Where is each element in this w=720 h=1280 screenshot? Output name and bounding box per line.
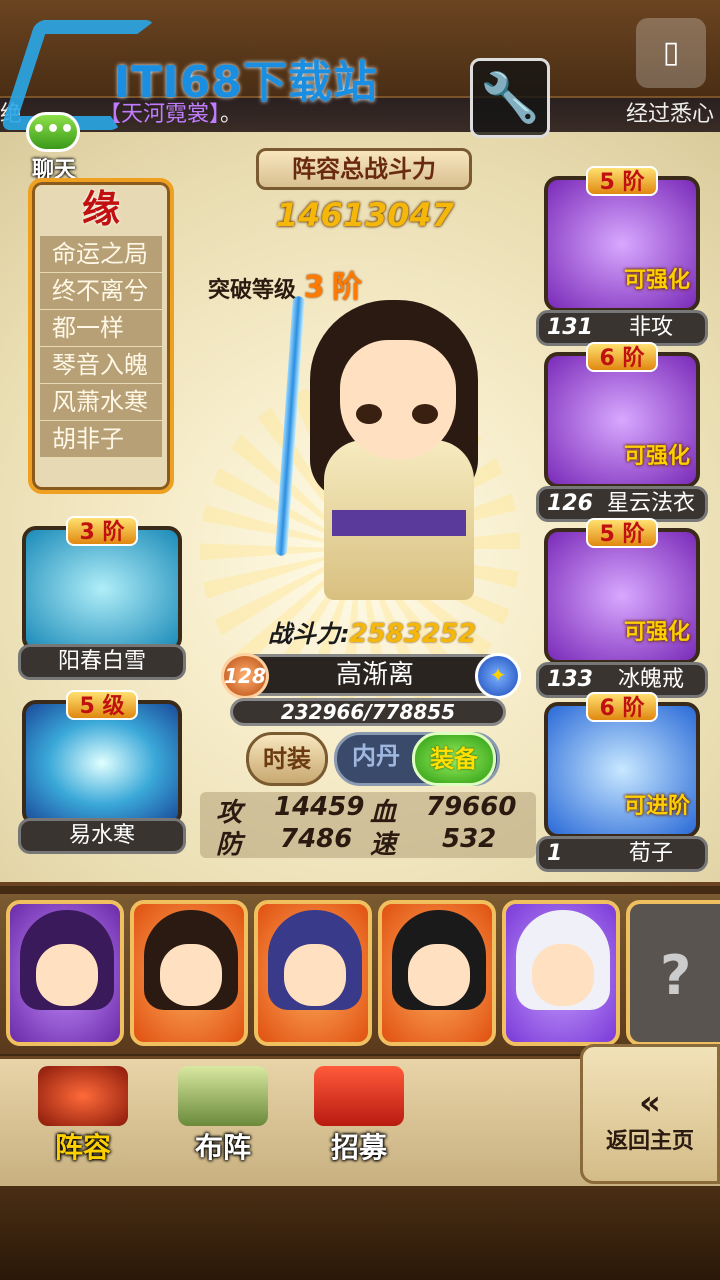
shield-icon[interactable]: ✦ (475, 653, 521, 699)
mi-icon: ▯ (662, 35, 680, 70)
skill-slot-1[interactable]: 3 阶 阳春白雪 (18, 516, 186, 680)
equip-level: 1 (547, 841, 563, 866)
equip-status: 可强化 (624, 268, 691, 293)
combat-label: 战斗力: (268, 620, 350, 648)
equip-level: 126 (547, 491, 593, 516)
nav-recruit-label: 招募 (330, 1131, 387, 1164)
bottom-frame (0, 1186, 720, 1280)
stat-def-label: 防 (216, 830, 243, 860)
fate-item[interactable]: 终不离兮 (40, 273, 162, 309)
lineup-power-value: 14613047 (275, 196, 455, 234)
marquee-text-right: 经过悉心 (625, 102, 714, 127)
fate-item[interactable]: 命运之局 (40, 236, 162, 272)
skill-slot-2[interactable]: 5 级 易水寒 (18, 690, 186, 854)
armor-icon (38, 1066, 128, 1126)
lineup-power-title: 阵容总战斗力 (256, 148, 472, 190)
fate-title: 缘 (81, 187, 120, 231)
mi-overlay-button[interactable]: ▯ (636, 18, 706, 88)
settings-wrench-button[interactable]: 🔧 (470, 58, 550, 138)
skill-badge: 5 级 (66, 690, 138, 720)
nav-formation-label: 布阵 (194, 1131, 251, 1164)
hero-face (340, 340, 456, 460)
equip-level: 131 (547, 315, 593, 340)
hero-portrait[interactable] (502, 900, 620, 1046)
question-mark-icon: ? (660, 944, 692, 1007)
portrait-face (408, 944, 470, 1006)
portrait-face (284, 944, 346, 1006)
equip-footer: 131 非攻 (536, 310, 708, 346)
equip-slot-ring[interactable]: 5 阶 可强化 133 冰魄戒 (536, 518, 708, 698)
skill-badge: 3 阶 (66, 516, 138, 546)
hero-portrait[interactable] (378, 900, 496, 1046)
equip-badge: 5 阶 (586, 166, 658, 196)
equip-status: 可强化 (624, 444, 691, 469)
tab-fashion[interactable]: 时装 (246, 732, 328, 786)
nav-lineup-label: 阵容 (54, 1131, 111, 1164)
tab-inner-dan[interactable]: 内丹 (338, 732, 414, 786)
equip-name: 星云法衣 (606, 491, 695, 516)
portrait-face (160, 944, 222, 1006)
hero-exp-bar: 232966/778855 (230, 698, 506, 726)
equip-status: 可强化 (624, 620, 691, 645)
equip-footer: 126 星云法衣 (536, 486, 708, 522)
hero-eye (356, 404, 382, 424)
tab-equipment[interactable]: 装备 (412, 732, 496, 786)
stat-def: 7486 (280, 824, 353, 854)
hero-portrait[interactable] (254, 900, 372, 1046)
watermark-text: ITI68下载站 (114, 57, 378, 108)
hero-portrait-locked[interactable]: ? (626, 900, 720, 1046)
equip-slot-weapon[interactable]: 5 阶 可强化 131 非攻 (536, 166, 708, 346)
stat-atk: 14459 (274, 792, 365, 822)
equip-slot-book[interactable]: 6 阶 可进阶 1 荀子 (536, 692, 708, 872)
fate-item[interactable]: 胡非子 (40, 421, 162, 457)
back-home-label: 返回主页 (605, 1129, 694, 1154)
chat-button[interactable]: ••• 聊天 (4, 112, 94, 183)
combat-value: 2583252 (349, 619, 477, 649)
stat-spd-label: 速 (370, 830, 397, 860)
hero-stats: 攻 14459 血 79660 防 7486 速 532 (200, 792, 536, 860)
stat-spd: 532 (442, 824, 497, 854)
hero-roster-strip: ? (0, 894, 720, 1054)
double-chevron-left-icon: « (639, 1083, 661, 1123)
portrait-face (36, 944, 98, 1006)
back-home-button[interactable]: « 返回主页 (580, 1044, 720, 1184)
equip-status: 可进阶 (624, 794, 691, 819)
wrench-icon: 🔧 (480, 70, 540, 126)
equip-name: 非攻 (628, 315, 673, 340)
equip-badge: 5 阶 (586, 518, 658, 548)
skill-name: 阳春白雪 (18, 644, 186, 680)
hero-level-badge: 128 (221, 653, 269, 699)
stat-hp: 79660 (426, 792, 517, 822)
equip-badge: 6 阶 (586, 692, 658, 722)
fate-item[interactable]: 风萧水寒 (40, 384, 162, 420)
equip-level: 133 (547, 667, 593, 692)
nav-recruit[interactable]: 招募 (304, 1066, 414, 1176)
skill-name: 易水寒 (18, 818, 186, 854)
nav-formation[interactable]: 布阵 (168, 1066, 278, 1176)
hero-portrait[interactable] (130, 900, 248, 1046)
equip-name: 荀子 (628, 841, 673, 866)
equip-name: 冰魄戒 (617, 667, 684, 692)
hero-name-bar: 128 高渐离 ✦ (221, 653, 521, 699)
portrait-face (532, 944, 594, 1006)
equip-footer: 1 荀子 (536, 836, 708, 872)
chat-bubble-icon: ••• (26, 112, 80, 152)
fate-item[interactable]: 琴音入魄 (40, 347, 162, 383)
hero-name: 高渐离 (335, 660, 414, 690)
fate-panel: 缘 命运之局 终不离兮 都一样 琴音入魄 风萧水寒 胡非子 (28, 178, 174, 494)
hero-belt (332, 510, 466, 536)
sword-icon (274, 295, 306, 557)
equip-slot-armor[interactable]: 6 阶 可强化 126 星云法衣 (536, 342, 708, 522)
hero-portrait[interactable] (6, 900, 124, 1046)
chessboard-icon (178, 1066, 268, 1126)
hero-eye (412, 404, 438, 424)
hero-combat-power: 战斗力:2583252 (268, 614, 476, 649)
flag-icon (314, 1066, 404, 1126)
hero-character-sprite[interactable] (262, 280, 502, 600)
equip-badge: 6 阶 (586, 342, 658, 372)
fate-item[interactable]: 都一样 (40, 310, 162, 346)
nav-lineup[interactable]: 阵容 (28, 1066, 138, 1176)
